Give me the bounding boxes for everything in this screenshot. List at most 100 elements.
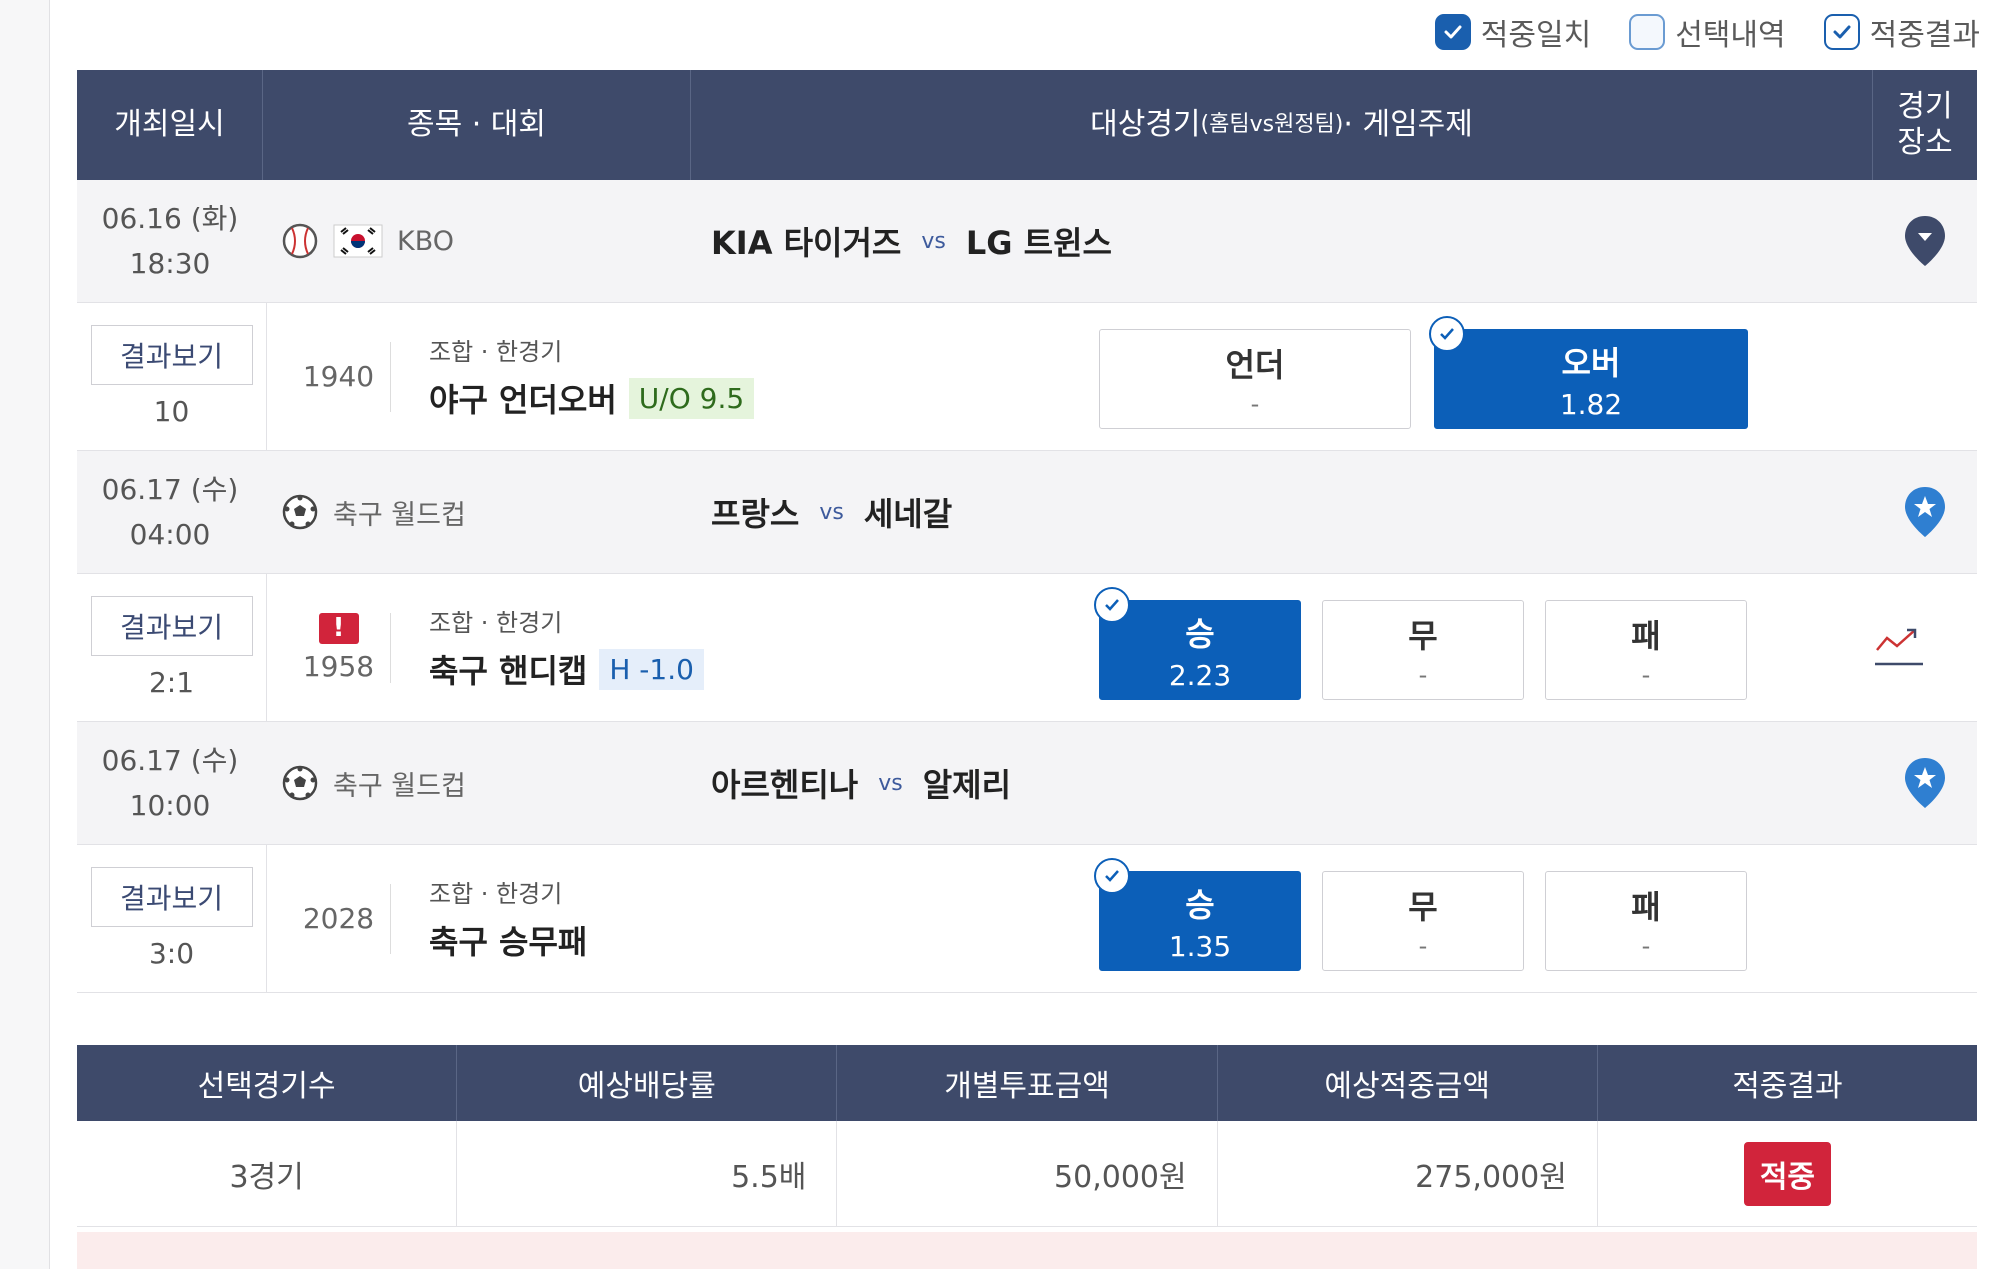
result-cell: 결과보기 2:1 (77, 574, 267, 721)
header-date: 개최일시 (77, 70, 263, 180)
odds-over-button[interactable]: 오버 1.82 (1429, 316, 1748, 429)
vs-label: vs (921, 228, 946, 254)
summary-stake-amount: 50,000원 (837, 1121, 1218, 1226)
filter-hit-result[interactable]: 적중결과 (1823, 10, 1980, 54)
odds-label: 패 (1631, 888, 1661, 926)
odds-value: 2.23 (1168, 658, 1232, 692)
checkbox-outline-icon[interactable] (1823, 14, 1860, 50)
summary-header-games: 선택경기수 (77, 1045, 458, 1121)
home-team: 프랑스 (711, 495, 800, 533)
summary-row: 3경기 5.5배 50,000원 275,000원 적중 (77, 1121, 1977, 1227)
view-result-button[interactable]: 결과보기 (90, 867, 253, 927)
header-match: 대상경기 (홈팀vs원정팀) · 게임주제 (691, 70, 1873, 180)
summary-expected-payout: 275,000원 (1218, 1121, 1598, 1226)
game-date-time: 10:00 (129, 789, 211, 822)
checkbox-checked-icon[interactable] (1434, 14, 1471, 50)
game-number-text: 2028 (302, 902, 375, 935)
odds-value: - (1250, 390, 1260, 418)
summary-result-cell: 적중 (1598, 1121, 1977, 1226)
total-bar-partial (77, 1232, 1977, 1269)
venue-cell (1873, 756, 1977, 810)
summary-header: 선택경기수 예상배당률 개별투표금액 예상적중금액 적중결과 (77, 1045, 1977, 1121)
odds-label: 승 (1185, 885, 1215, 924)
bet-tag: U/O 9.5 (628, 377, 755, 419)
game-date: 06.17 (수) 10:00 (77, 738, 263, 828)
game-league: 축구 월드컵 (263, 764, 691, 803)
match-teams: 아르헨티나 vs 알제리 (691, 760, 1873, 806)
filter-label: 적중일치 (1480, 18, 1592, 53)
league-name: 축구 월드컵 (333, 770, 466, 802)
odds-label: 무 (1408, 888, 1438, 926)
odds-label: 오버 (1561, 343, 1621, 382)
filter-hit-match[interactable]: 적중일치 (1434, 10, 1592, 54)
bet-subject: 조합 · 한경기 축구 승무패 (391, 874, 1031, 963)
summary-header-odds: 예상배당률 (457, 1045, 838, 1121)
alert-icon: ! (318, 612, 359, 644)
game-score: 10 (153, 395, 190, 428)
odds-win-button[interactable]: 승 2.23 (1094, 587, 1301, 700)
games-table: 개최일시 종목 · 대회 대상경기 (홈팀vs원정팀) · 게임주제 경기 장소 0… (77, 70, 1977, 993)
game-date-day: 06.17 (수) (101, 744, 239, 777)
game-score: 3:0 (148, 937, 195, 970)
summary-table: 선택경기수 예상배당률 개별투표금액 예상적중금액 적중결과 3경기 5.5배 … (77, 1045, 1977, 1227)
odds-value: 1.35 (1168, 929, 1232, 963)
map-pin-star-icon[interactable] (1903, 485, 1947, 539)
bet-row: 결과보기 3:0 2028 조합 · 한경기 축구 승무패 승 1.35 무 -… (77, 845, 1977, 993)
away-team: LG 트윈스 (965, 224, 1112, 262)
view-result-button[interactable]: 결과보기 (90, 596, 253, 656)
hit-badge: 적중 (1743, 1141, 1832, 1206)
selected-check-icon (1429, 316, 1465, 352)
left-edge-strip (0, 0, 50, 1269)
bet-name: 축구 핸디캡 (429, 652, 588, 690)
vs-label: vs (878, 770, 903, 796)
home-team: KIA 타이거즈 (711, 224, 902, 262)
odds-label: 승 (1185, 614, 1215, 653)
away-team: 세네갈 (863, 495, 953, 533)
game-league: KBO (263, 222, 691, 260)
home-team: 아르헨티나 (711, 766, 859, 804)
odds-win-button[interactable]: 승 1.35 (1094, 858, 1301, 971)
baseball-icon (282, 223, 318, 259)
result-cell: 결과보기 3:0 (77, 845, 267, 992)
bet-row: 결과보기 10 1940 조합 · 한경기 야구 언더오버 U/O 9.5 언더 … (77, 303, 1977, 451)
game-row: 06.17 (수) 04:00 축구 월드컵 프랑스 vs 세네갈 (77, 451, 1977, 574)
game-date-day: 06.17 (수) (101, 473, 239, 506)
odds-draw-button[interactable]: 무 - (1322, 871, 1524, 971)
summary-header-result: 적중결과 (1732, 1069, 1843, 1104)
game-number: 2028 (287, 883, 391, 954)
trend-chart-icon[interactable] (1873, 620, 1925, 672)
game-number: ! 1958 (287, 612, 391, 683)
game-date: 06.17 (수) 04:00 (77, 467, 263, 557)
game-row: 06.16 (화) 18:30 KBO KIA 타이거즈 vs LG 트윈스 (77, 180, 1977, 303)
summary-header-payout: 예상적중금액 (1218, 1045, 1598, 1121)
filter-label: 선택내역 (1675, 18, 1786, 53)
league-name: KBO (397, 225, 455, 257)
odds-under-button[interactable]: 언더 - (1099, 329, 1411, 429)
soccer-ball-icon (282, 494, 318, 530)
filter-checkboxes: 적중일치 선택내역 적중결과 (1434, 10, 1980, 54)
filter-selection[interactable]: 선택내역 (1629, 10, 1786, 54)
summary-expected-odds: 5.5배 (457, 1121, 838, 1226)
checkbox-empty-icon[interactable] (1629, 14, 1666, 50)
bet-tag: H -1.0 (599, 648, 704, 690)
map-pin-star-icon[interactable] (1903, 756, 1947, 810)
odds-lose-button[interactable]: 패 - (1545, 871, 1747, 971)
odds-value: - (1641, 661, 1651, 689)
header-venue-line2: 장소 (1897, 125, 1953, 160)
odds-label: 패 (1631, 617, 1661, 655)
game-number-text: 1958 (302, 649, 375, 683)
bet-type: 조합 · 한경기 (429, 609, 563, 637)
game-league: 축구 월드컵 (263, 493, 691, 532)
game-number: 1940 (287, 341, 391, 412)
odds-draw-button[interactable]: 무 - (1322, 600, 1524, 700)
game-date-time: 18:30 (129, 247, 211, 280)
map-pin-dark-icon[interactable] (1903, 214, 1947, 268)
odds-label: 무 (1408, 617, 1438, 655)
view-result-button[interactable]: 결과보기 (90, 325, 253, 385)
summary-header-stake: 개별투표금액 (837, 1045, 1218, 1121)
selected-check-icon (1094, 858, 1130, 894)
filter-label: 적중결과 (1869, 18, 1980, 53)
bet-subject: 조합 · 한경기 야구 언더오버 U/O 9.5 (391, 332, 1031, 421)
odds-value: - (1418, 661, 1428, 689)
odds-lose-button[interactable]: 패 - (1545, 600, 1747, 700)
